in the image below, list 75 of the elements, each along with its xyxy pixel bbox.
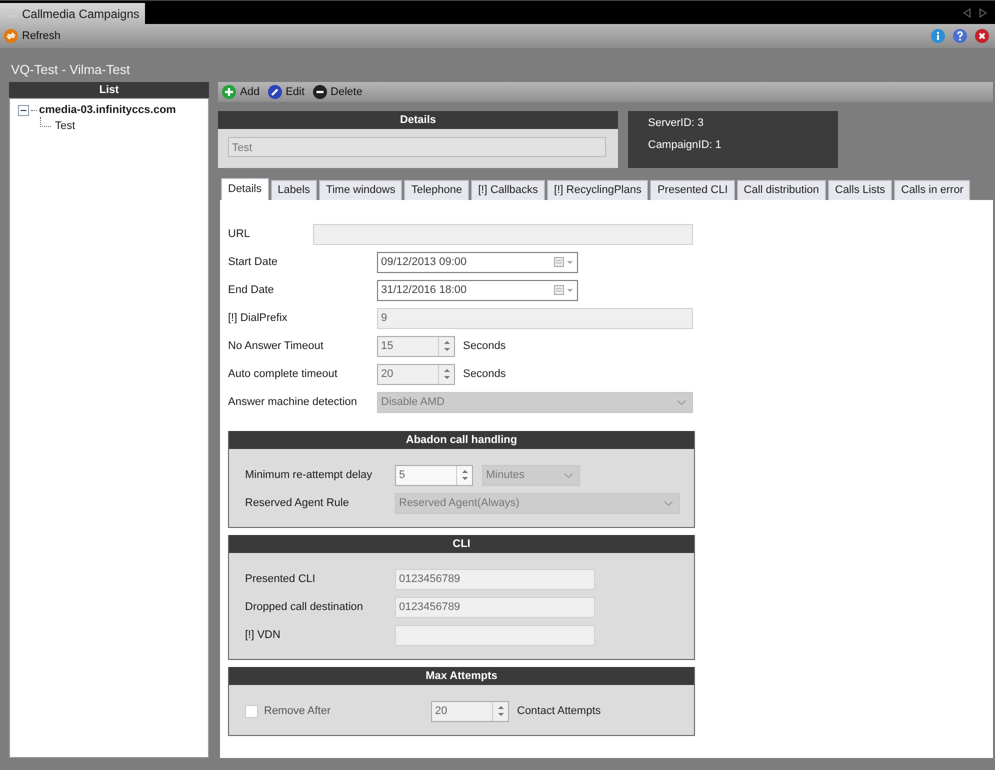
field-label: Start Date	[228, 256, 279, 268]
chevron-icon[interactable]	[564, 472, 573, 478]
tab[interactable]: [!] RecyclingPlans	[547, 180, 648, 200]
input-field[interactable]: 0123456789	[395, 568, 595, 590]
group-header: CLI	[229, 535, 694, 553]
field-label: Minimum re-attempt delay	[245, 469, 374, 481]
close-icon[interactable]	[975, 29, 989, 43]
tab[interactable]: Labels	[270, 180, 318, 200]
app-tab-title: Callmedia Campaigns	[22, 6, 140, 20]
refresh-button[interactable]: Refresh	[4, 29, 61, 43]
group-header: Max Attempts	[229, 667, 694, 685]
help-icon[interactable]	[953, 29, 967, 43]
group-header: Abadon call handling	[229, 431, 694, 449]
unit-label: Seconds	[463, 340, 506, 352]
field-label: URL	[228, 228, 252, 240]
spin-arrows-icon[interactable]	[444, 369, 450, 379]
tab[interactable]: Calls in error	[894, 180, 970, 200]
tab[interactable]: Details	[221, 178, 269, 200]
refresh-icon	[4, 29, 18, 43]
delete-button[interactable]: Delete	[312, 85, 362, 99]
tab[interactable]: Call distribution	[736, 180, 826, 200]
plus-icon	[222, 85, 236, 99]
tab[interactable]: Presented CLI	[650, 180, 735, 200]
chevron-icon[interactable]	[664, 500, 673, 506]
caret-icon[interactable]	[567, 260, 573, 264]
tree-item[interactable]: Test	[55, 120, 76, 132]
input-field[interactable]	[313, 224, 693, 244]
spin-field[interactable]: 15	[377, 336, 455, 356]
input-field[interactable]: 0123456789	[395, 596, 595, 618]
list-header: List	[9, 82, 209, 98]
spin-field[interactable]: 5	[395, 464, 473, 486]
date-picker[interactable]: 09/12/2013 09:00	[377, 252, 578, 272]
spin-field[interactable]: 20	[377, 364, 455, 384]
collapse-icon[interactable]	[18, 104, 29, 116]
calendar-icon[interactable]	[554, 257, 564, 267]
date-picker[interactable]: 31/12/2016 18:00	[377, 280, 578, 300]
spin-arrows-icon[interactable]	[462, 470, 468, 480]
info-icon[interactable]	[931, 29, 945, 43]
minus-icon	[312, 85, 327, 99]
spin-arrows-icon[interactable]	[498, 706, 504, 716]
checkbox-label: Remove After	[264, 705, 332, 717]
tree-item[interactable]: cmedia-03.infinityccs.com	[39, 104, 176, 116]
app-tab[interactable]: Callmedia Campaigns	[0, 3, 146, 24]
field-label: Answer machine detection	[228, 396, 358, 408]
field-label: [!] DialPrefix	[228, 312, 288, 324]
scroll-right-icon[interactable]	[979, 8, 987, 18]
info-text: ServerID: 3	[648, 117, 705, 129]
spin-field[interactable]: 20	[431, 700, 509, 722]
field-label: Dropped call destination	[245, 601, 364, 613]
add-button[interactable]: Add	[222, 85, 260, 99]
edit-button[interactable]: Edit	[268, 85, 305, 99]
details-header: Details	[218, 111, 618, 129]
tab[interactable]: Telephone	[404, 180, 470, 200]
pencil-icon	[268, 85, 282, 99]
tab[interactable]: Calls Lists	[828, 180, 892, 200]
unit-label: Seconds	[463, 368, 506, 380]
checkbox[interactable]	[245, 704, 258, 718]
field-label: No Answer Timeout	[228, 340, 324, 352]
field-label: Reserved Agent Rule	[245, 497, 350, 509]
input-field[interactable]	[395, 624, 595, 646]
tab[interactable]: Time windows	[319, 180, 402, 200]
scroll-left-icon[interactable]	[963, 8, 971, 18]
field-label: Presented CLI	[245, 573, 316, 585]
unit-label: Contact Attempts	[517, 705, 601, 717]
page-title: VQ-Test - Vilma-Test	[10, 62, 131, 79]
tab[interactable]: [!] Callbacks	[471, 180, 546, 200]
chevron-icon[interactable]	[677, 400, 686, 404]
spin-arrows-icon[interactable]	[444, 341, 450, 351]
calendar-icon[interactable]	[554, 285, 564, 295]
input-field[interactable]: 9	[377, 308, 693, 328]
field-label: Auto complete timeout	[228, 368, 338, 380]
caret-icon[interactable]	[567, 288, 573, 292]
field-label: [!] VDN	[245, 629, 282, 641]
info-text: CampaignID: 1	[648, 139, 722, 151]
field-label: End Date	[228, 284, 275, 296]
